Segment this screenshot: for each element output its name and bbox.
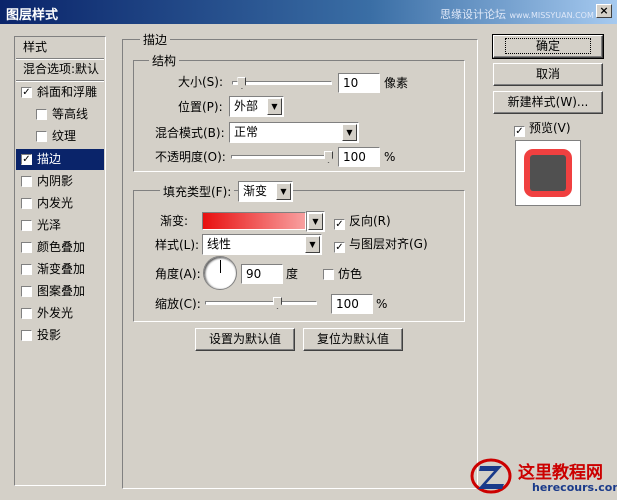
texture-checkbox[interactable] — [36, 131, 47, 142]
style-item-satin[interactable]: 光泽 — [16, 215, 104, 236]
dither-checkbox[interactable] — [323, 269, 334, 280]
color-overlay-checkbox[interactable] — [21, 242, 32, 253]
opacity-input[interactable]: 100 — [338, 147, 380, 167]
inner-shadow-checkbox[interactable] — [21, 176, 32, 187]
style-item-gradient-overlay[interactable]: 渐变叠加 — [16, 259, 104, 280]
reverse-option[interactable]: ✓ 反向(R) — [334, 214, 391, 230]
style-item-drop-shadow[interactable]: 投影 — [16, 325, 104, 346]
style-item-bevel-emboss[interactable]: ✓ 斜面和浮雕 — [16, 82, 104, 103]
position-label: 位置(P): — [178, 100, 223, 114]
contour-checkbox[interactable] — [36, 109, 47, 120]
window-title: 图层样式 — [6, 8, 59, 23]
logo-z-icon — [470, 458, 512, 494]
opacity-label: 不透明度(O): — [155, 150, 226, 164]
gradient-overlay-checkbox[interactable] — [21, 264, 32, 275]
new-style-button[interactable]: 新建样式(W)... — [493, 91, 603, 114]
scale-slider[interactable] — [205, 301, 317, 305]
logo-site: herecours.com — [532, 481, 617, 494]
chevron-down-icon: ▼ — [308, 213, 323, 230]
blend-mode-label: 混合模式(B): — [155, 126, 225, 140]
blend-mode-select[interactable]: 正常 ▼ — [229, 122, 359, 143]
angle-needle — [220, 260, 221, 273]
align-with-layer-option[interactable]: ✓ 与图层对齐(G) — [334, 237, 428, 253]
preview-fill — [530, 155, 566, 191]
chevron-down-icon: ▼ — [305, 236, 320, 253]
position-select[interactable]: 外部 ▼ — [229, 96, 284, 117]
blend-options-item[interactable]: 混合选项:默认 — [16, 59, 104, 80]
angle-input[interactable]: 90 — [241, 264, 283, 284]
ok-button[interactable]: 确定 — [492, 34, 604, 59]
gradient-label: 渐变: — [160, 214, 189, 228]
scale-label: 缩放(C): — [155, 297, 201, 311]
style-item-color-overlay[interactable]: 颜色叠加 — [16, 237, 104, 258]
angle-label: 角度(A): — [155, 267, 201, 281]
style-item-texture[interactable]: 纹理 — [16, 126, 104, 147]
preview-option[interactable]: ✓ 预览(V) — [514, 121, 571, 137]
close-icon[interactable]: × — [596, 4, 612, 18]
drop-shadow-checkbox[interactable] — [21, 330, 32, 341]
stroke-checkbox[interactable]: ✓ — [21, 154, 32, 165]
pattern-overlay-checkbox[interactable] — [21, 286, 32, 297]
chevron-down-icon: ▼ — [276, 183, 291, 200]
logo-name: 这里教程网 — [518, 463, 603, 483]
gradient-picker-button[interactable]: ▼ — [306, 211, 325, 232]
style-list-header[interactable]: 样式 — [16, 37, 104, 58]
opacity-unit: % — [384, 150, 396, 164]
align-checkbox[interactable]: ✓ — [334, 242, 345, 253]
inner-glow-checkbox[interactable] — [21, 198, 32, 209]
size-label: 大小(S): — [178, 75, 224, 89]
opacity-slider[interactable] — [231, 155, 333, 159]
chevron-down-icon: ▼ — [267, 98, 282, 115]
set-default-button[interactable]: 设置为默认值 — [195, 328, 295, 351]
style-list: 样式 混合选项:默认 ✓ 斜面和浮雕 等高线 纹理 ✓ 描边 内阴影 内发光 光… — [14, 36, 106, 486]
angle-dial[interactable] — [203, 256, 237, 290]
style-item-outer-glow[interactable]: 外发光 — [16, 303, 104, 324]
style-preview — [515, 140, 581, 206]
bevel-checkbox[interactable]: ✓ — [21, 87, 32, 98]
watermark-text: 思缘设计论坛 www.MISSYUAN.COM — [440, 8, 594, 21]
gradient-style-select[interactable]: 线性 ▼ — [202, 234, 322, 255]
dither-option[interactable]: 仿色 — [323, 267, 362, 281]
style-label: 样式(L): — [155, 238, 200, 252]
style-item-pattern-overlay[interactable]: 图案叠加 — [16, 281, 104, 302]
title-bar[interactable]: 图层样式 思缘设计论坛 www.MISSYUAN.COM × — [0, 0, 617, 24]
reverse-checkbox[interactable]: ✓ — [334, 219, 345, 230]
reset-default-button[interactable]: 复位为默认值 — [303, 328, 403, 351]
size-unit: 像素 — [384, 76, 409, 90]
fill-type-select[interactable]: 渐变 ▼ — [238, 181, 293, 202]
scale-input[interactable]: 100 — [331, 294, 373, 314]
angle-unit: 度 — [286, 267, 299, 281]
size-input[interactable]: 10 — [338, 73, 380, 93]
satin-checkbox[interactable] — [21, 220, 32, 231]
gradient-swatch[interactable] — [202, 212, 306, 230]
outer-glow-checkbox[interactable] — [21, 308, 32, 319]
scale-unit: % — [376, 297, 388, 311]
preview-stroke — [524, 149, 572, 197]
stroke-group-title: 描边 — [140, 31, 171, 48]
site-logo: 这里教程网 herecours.com — [470, 456, 617, 500]
structure-group-title: 结构 — [149, 52, 180, 69]
chevron-down-icon: ▼ — [342, 124, 357, 141]
style-item-contour[interactable]: 等高线 — [16, 104, 104, 125]
preview-checkbox[interactable]: ✓ — [514, 126, 525, 137]
fill-type-label: 填充类型(F): — [160, 183, 235, 200]
style-item-inner-glow[interactable]: 内发光 — [16, 193, 104, 214]
style-item-stroke[interactable]: ✓ 描边 — [16, 149, 104, 170]
style-item-inner-shadow[interactable]: 内阴影 — [16, 171, 104, 192]
size-slider[interactable] — [232, 81, 332, 85]
cancel-button[interactable]: 取消 — [493, 63, 603, 86]
